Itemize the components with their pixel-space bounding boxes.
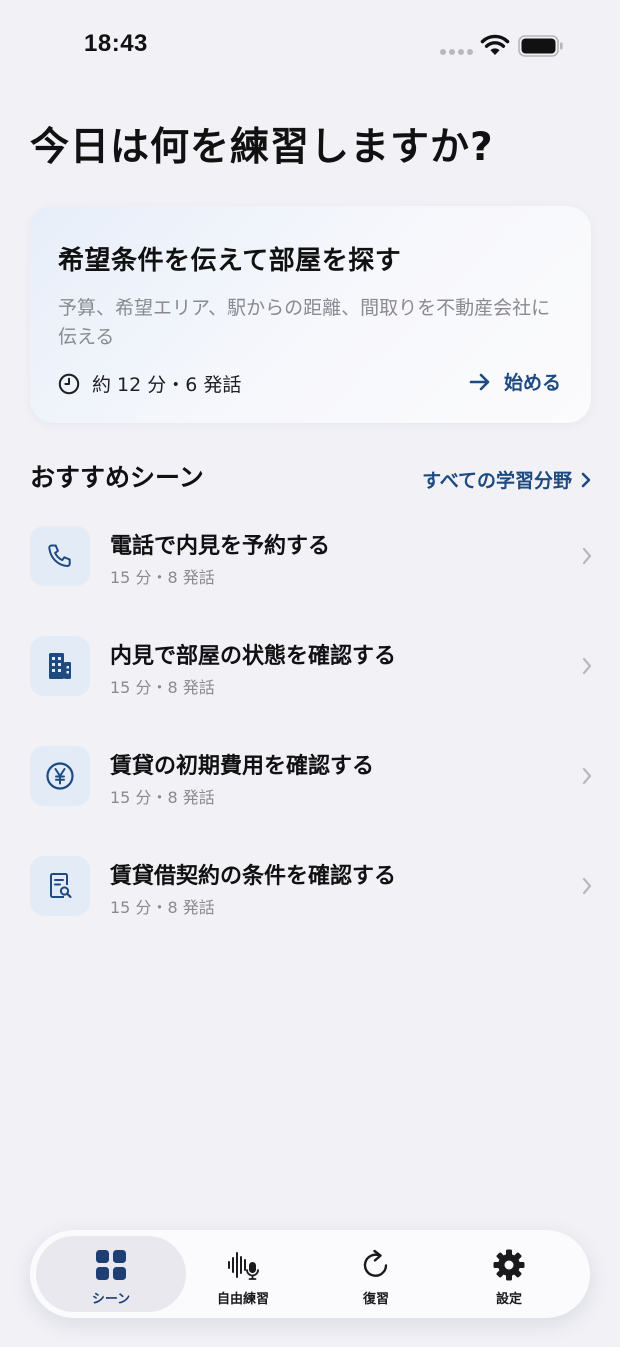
refresh-icon [363, 1249, 388, 1277]
chevron-right-icon [582, 547, 592, 565]
scene-title: 内見で部屋の状態を確認する [110, 644, 397, 669]
scene-icon-tile [30, 856, 90, 916]
scene-item[interactable]: 賃貸借契約の条件を確認する 15 分・8 発話 [30, 856, 595, 926]
tab-label: 設定 [495, 1292, 522, 1307]
chevron-right-icon [582, 657, 592, 675]
scene-title: 電話で内見を予約する [110, 534, 331, 559]
scene-meta: 15 分・8 発話 [110, 898, 215, 917]
featured-description: 予算、希望エリア、駅からの距離、間取りを不動産会社に伝える [58, 297, 551, 348]
status-time: 18:43 [84, 30, 148, 57]
tab-free-practice[interactable]: 自由練習 [168, 1236, 318, 1312]
tab-bar: シーン 自由練習 復習 設定 [30, 1230, 590, 1318]
contract-search-icon [50, 873, 72, 899]
featured-duration: 約 12 分・6 発話 [92, 374, 242, 396]
clock-icon [58, 373, 80, 394]
scene-icon-tile [30, 526, 90, 586]
see-all-link[interactable]: すべての学習分野 [422, 466, 592, 493]
chevron-right-icon [582, 767, 592, 785]
scene-meta: 15 分・8 発話 [110, 568, 215, 587]
grid-icon [96, 1250, 126, 1280]
featured-title: 希望条件を伝えて部屋を探す [58, 246, 402, 276]
gear-icon [493, 1249, 525, 1281]
scene-item[interactable]: 電話で内見を予約する 15 分・8 発話 [30, 526, 595, 596]
cellular-signal-icon [440, 49, 473, 55]
voice-mic-icon [228, 1252, 259, 1280]
scene-title: 賃貸借契約の条件を確認する [110, 864, 397, 889]
tab-settings[interactable]: 設定 [434, 1236, 584, 1312]
wifi-icon [480, 34, 510, 55]
scene-meta: 15 分・8 発話 [110, 788, 215, 807]
start-label: 始める [503, 372, 561, 394]
featured-meta: 約 12 分・6 発話 [58, 370, 241, 397]
chevron-right-icon [581, 472, 591, 487]
status-bar: 18:43 [0, 0, 620, 90]
scene-icon-tile [30, 636, 90, 696]
tab-label: 自由練習 [216, 1292, 269, 1307]
chevron-right-icon [582, 877, 592, 895]
building-icon [49, 653, 71, 679]
scene-item[interactable]: 賃貸の初期費用を確認する 15 分・8 発話 [30, 746, 595, 816]
page-title: 今日は何を練習しますか? [30, 125, 494, 170]
yen-icon [46, 762, 74, 790]
scene-icon-tile [30, 746, 90, 806]
tab-scene[interactable]: シーン [36, 1236, 186, 1312]
tab-review[interactable]: 復習 [301, 1236, 451, 1312]
scene-title: 賃貸の初期費用を確認する [110, 754, 375, 779]
featured-scene-card[interactable]: 希望条件を伝えて部屋を探す 予算、希望エリア、駅からの距離、間取りを不動産会社に… [30, 206, 591, 423]
tab-label: シーン [91, 1292, 131, 1307]
see-all-label: すべての学習分野 [422, 470, 572, 492]
start-button[interactable]: 始める [468, 368, 561, 395]
arrow-right-icon [469, 373, 490, 390]
scene-item[interactable]: 内見で部屋の状態を確認する 15 分・8 発話 [30, 636, 595, 706]
phone-icon [48, 544, 71, 567]
tab-label: 復習 [362, 1292, 389, 1307]
section-title: おすすめシーン [30, 463, 204, 492]
scene-meta: 15 分・8 発話 [110, 678, 215, 697]
battery-icon [518, 35, 563, 57]
